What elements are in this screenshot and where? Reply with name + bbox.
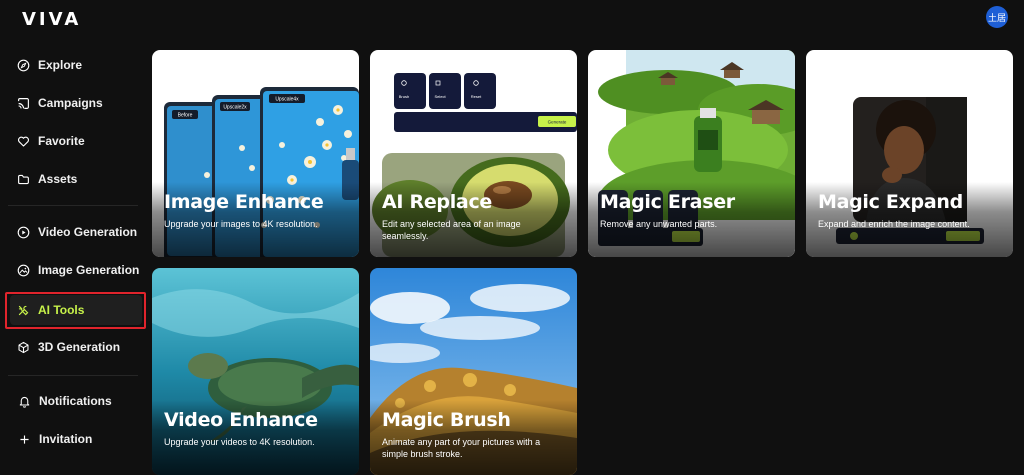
cube-icon (18, 341, 29, 353)
play-circle-icon (17, 226, 30, 238)
sidebar-item-label: 3D Generation (38, 340, 121, 354)
reset-label: Reset (471, 94, 482, 99)
sidebar-item-notifications[interactable]: Notifications (10, 386, 142, 416)
select-label: Select (434, 94, 446, 99)
sidebar-item-campaigns[interactable]: Campaigns (10, 88, 142, 118)
generate-label: Generate (548, 120, 567, 125)
card-description: Remove any unwanted parts. (600, 219, 718, 229)
card-title: Image Enhance (164, 191, 324, 213)
cast-icon (18, 97, 29, 109)
card-description: Upgrade your images to 4K resolution. (164, 219, 318, 229)
folder-icon (18, 174, 29, 184)
sidebar-item-label: Image Generation (38, 263, 140, 277)
plus-icon (20, 434, 29, 444)
sidebar-divider (8, 375, 138, 376)
sidebar-item-3d-generation[interactable]: 3D Generation (10, 332, 142, 362)
sidebar-item-invitation[interactable]: Invitation (10, 424, 142, 454)
tool-card-video-enhance[interactable]: Video Enhance Upgrade your videos to 4K … (152, 268, 359, 475)
sidebar-item-label: Assets (38, 172, 78, 186)
sidebar-item-label: Campaigns (38, 96, 103, 110)
card-description: Upgrade your videos to 4K resolution. (164, 437, 315, 447)
tool-card-magic-brush[interactable]: Magic Brush Animate any part of your pic… (370, 268, 577, 475)
sidebar-item-favorite[interactable]: Favorite (10, 126, 142, 156)
compass-icon (17, 59, 30, 71)
tool-card-magic-eraser[interactable]: Magic Eraser Remove any unwanted parts. (588, 50, 795, 257)
tool-card-magic-expand[interactable]: Magic Expand Expand and enrich the image… (806, 50, 1013, 257)
card-title: Video Enhance (164, 409, 318, 431)
sidebar-divider (8, 205, 138, 206)
sidebar-item-label: Invitation (39, 432, 93, 446)
upscale-2x-label: Upscale2x (223, 105, 247, 111)
sidebar-item-image-generation[interactable]: Image Generation (10, 255, 142, 285)
bell-icon (19, 396, 30, 408)
sidebar: Explore Campaigns Favorite Assets Video … (0, 0, 150, 465)
sidebar-item-assets[interactable]: Assets (10, 164, 142, 194)
image-circle-icon (17, 264, 30, 276)
sidebar-item-explore[interactable]: Explore (10, 50, 142, 80)
tool-card-image-enhance[interactable]: Before Upscale2x Upscale4x Image Enhance… (152, 50, 359, 257)
card-title: Magic Brush (382, 409, 511, 431)
card-title: AI Replace (382, 191, 492, 213)
upscale-4x-label: Upscale4x (275, 97, 299, 103)
brush-label: Brush (399, 94, 409, 99)
card-description: Expand and enrich the image content. (818, 219, 970, 229)
card-description: Animate any part of your pictures with a… (382, 437, 541, 459)
card-title: Magic Eraser (600, 191, 735, 213)
sidebar-item-label: Notifications (39, 394, 112, 408)
before-label: Before (178, 113, 193, 119)
avatar[interactable]: 土居 (986, 6, 1008, 28)
card-title: Magic Expand (818, 191, 963, 213)
sidebar-item-label: Favorite (38, 134, 85, 148)
heart-icon (18, 136, 29, 147)
sidebar-item-label: Explore (38, 58, 83, 72)
tool-card-ai-replace[interactable]: Brush Select Reset Generate AI Replace E… (370, 50, 577, 257)
highlight-outline (5, 292, 146, 329)
sidebar-item-video-generation[interactable]: Video Generation (10, 217, 142, 247)
card-description: Edit any selected area of an image seaml… (382, 219, 521, 241)
sidebar-item-label: Video Generation (38, 225, 138, 239)
